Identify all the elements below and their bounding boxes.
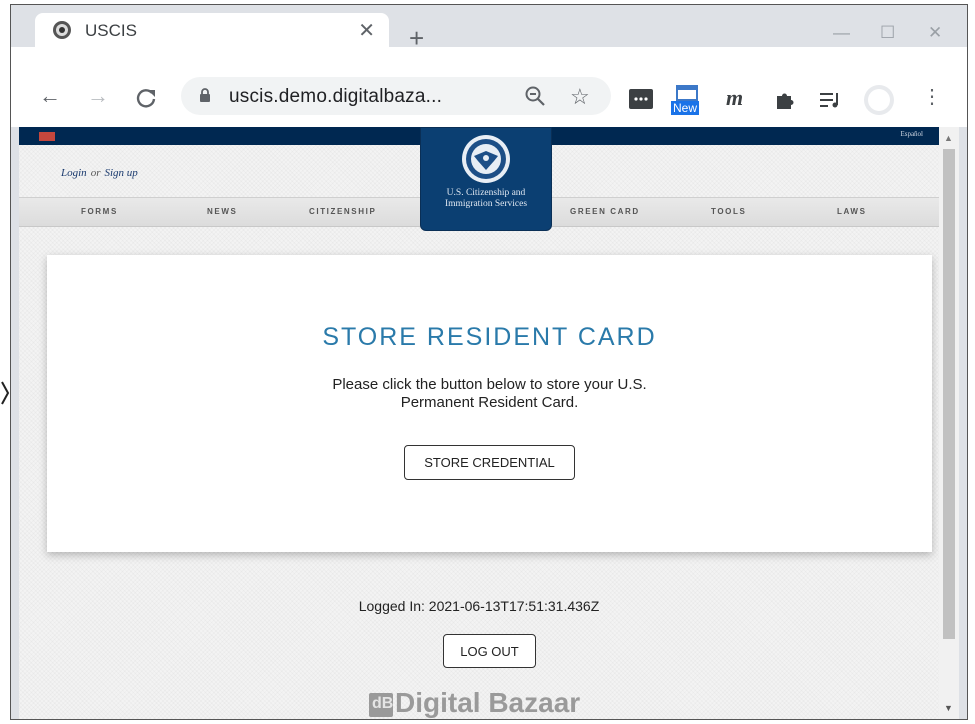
zoom-out-icon[interactable] xyxy=(524,85,546,107)
seal-caption: U.S. Citizenship and Immigration Service… xyxy=(421,188,551,210)
nav-news[interactable]: NEWS xyxy=(207,207,237,216)
nav-forms[interactable]: FORMS xyxy=(81,207,118,216)
page-scrollbar[interactable]: ▲ ▼ xyxy=(939,127,959,719)
tab-close-icon[interactable]: ✕ xyxy=(358,18,375,43)
logged-in-status: Logged In: 2021-06-13T17:51:31.436Z xyxy=(358,598,600,614)
reload-icon[interactable] xyxy=(135,87,157,109)
bookmark-star-icon[interactable]: ☆ xyxy=(570,84,590,110)
dhs-seal-icon xyxy=(462,135,510,183)
back-arrow-icon[interactable]: ← xyxy=(39,83,61,109)
maximize-icon[interactable]: ☐ xyxy=(880,23,895,43)
nav-tools[interactable]: TOOLS xyxy=(711,207,746,216)
extension-dots-icon[interactable] xyxy=(629,89,653,109)
minimize-icon[interactable]: — xyxy=(833,23,850,43)
uscis-logo[interactable]: U.S. Citizenship and Immigration Service… xyxy=(420,127,552,231)
close-window-icon[interactable]: ✕ xyxy=(928,23,942,43)
browser-tab-uscis[interactable]: USCIS ✕ xyxy=(35,13,389,47)
nav-green-card[interactable]: GREEN CARD xyxy=(570,207,640,216)
browser-window: USCIS ✕ + — ☐ ✕ ← → uscis.demo.digitalba… xyxy=(10,4,968,720)
media-queue-icon[interactable] xyxy=(819,91,843,109)
profile-avatar-icon[interactable] xyxy=(863,84,895,116)
db-mark-icon: dB xyxy=(369,693,393,717)
store-card-panel: STORE RESIDENT CARD Please click the but… xyxy=(47,255,932,552)
tab-title: USCIS xyxy=(85,21,137,40)
extensions-puzzle-icon[interactable] xyxy=(774,89,796,111)
auth-links: Login or Sign up xyxy=(61,167,138,179)
espanol-link[interactable]: Español xyxy=(900,130,923,138)
browser-menu-icon[interactable]: ⋮ xyxy=(922,87,942,107)
db-mark-text: dB xyxy=(372,695,394,712)
card-title: STORE RESIDENT CARD xyxy=(322,323,657,351)
url-text: uscis.demo.digitalbaza... xyxy=(229,86,443,107)
us-flag-icon xyxy=(39,132,55,141)
signup-link[interactable]: Sign up xyxy=(104,167,137,179)
scroll-up-icon[interactable]: ▲ xyxy=(944,133,953,143)
seal-line-2: Immigration Services xyxy=(444,199,528,209)
logout-button[interactable]: LOG OUT xyxy=(443,634,536,668)
card-description: Please click the button below to store y… xyxy=(47,376,932,412)
seal-line-1: U.S. Citizenship and xyxy=(446,188,526,198)
cursor-arrow-icon xyxy=(1,381,10,405)
nav-citizenship[interactable]: CITIZENSHIP xyxy=(309,207,376,216)
tab-strip: USCIS ✕ + — ☐ ✕ xyxy=(11,5,967,51)
forward-arrow-icon[interactable]: → xyxy=(87,83,109,109)
card-desc-line-1: Please click the button below to store y… xyxy=(332,376,647,393)
brand-text: Digital Bazaar xyxy=(395,687,581,718)
window-icon xyxy=(676,85,698,101)
card-desc-line-2: Permanent Resident Card. xyxy=(400,394,579,411)
dhs-seal-favicon-icon xyxy=(53,21,71,39)
or-text: or xyxy=(90,167,101,179)
login-link[interactable]: Login xyxy=(61,167,87,179)
extension-new-icon[interactable]: New xyxy=(671,85,705,119)
address-bar[interactable]: uscis.demo.digitalbaza... ☆ xyxy=(181,77,611,115)
new-tab-button[interactable]: + xyxy=(409,25,424,51)
scroll-thumb[interactable] xyxy=(943,149,955,639)
scroll-down-icon[interactable]: ▼ xyxy=(944,703,953,713)
page-viewport: Español Login or Sign up FORMS NEWS CITIZE… xyxy=(19,127,939,719)
extension-m-icon[interactable]: m xyxy=(726,85,743,111)
store-credential-button[interactable]: STORE CREDENTIAL xyxy=(404,445,575,480)
nav-laws[interactable]: LAWS xyxy=(837,207,867,216)
lock-icon xyxy=(200,88,210,102)
new-badge: New xyxy=(671,101,700,115)
browser-toolbar: ← → uscis.demo.digitalbaza... ☆ New m ⋮ xyxy=(11,47,967,127)
